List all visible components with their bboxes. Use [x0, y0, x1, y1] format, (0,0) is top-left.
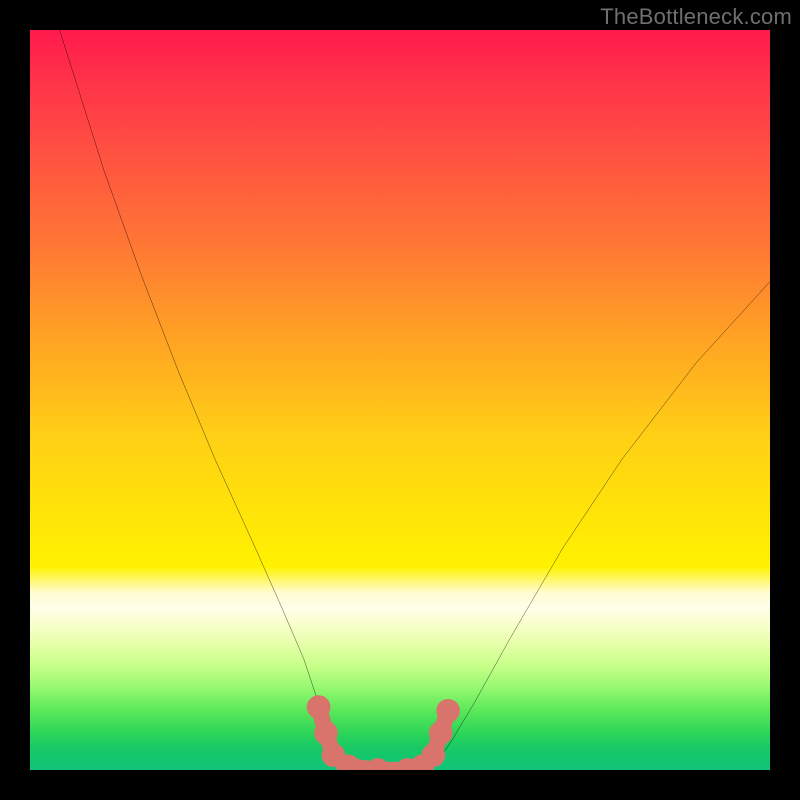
curve-layer — [30, 30, 770, 770]
plot-area — [30, 30, 770, 770]
watermark-text: TheBottleneck.com — [600, 4, 792, 30]
bottleneck-curve — [60, 30, 770, 770]
outer-frame: TheBottleneck.com — [0, 0, 800, 800]
